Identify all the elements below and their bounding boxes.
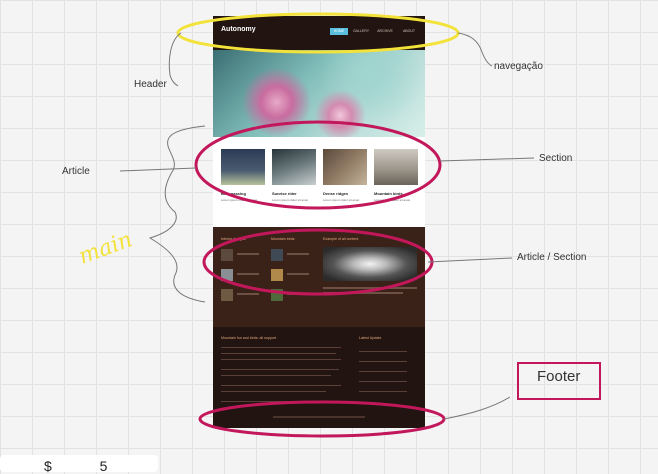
label-article-section: Article / Section <box>517 252 587 263</box>
label-header: Header <box>134 79 167 90</box>
section-ellipse <box>194 120 442 210</box>
annotation-layer <box>119 12 535 438</box>
label-navegacao: navegação <box>494 61 543 72</box>
article-connector <box>119 167 197 172</box>
nav-connector <box>457 32 493 67</box>
label-footer: Footer <box>537 368 581 385</box>
label-article: Article <box>62 166 90 177</box>
footer-connector <box>443 396 511 420</box>
footer-label-box: Footer <box>517 362 601 400</box>
section-connector <box>439 157 535 162</box>
main-brace <box>148 125 206 303</box>
label-section: Section <box>539 153 573 164</box>
footer-ellipse <box>198 400 446 438</box>
article-section-ellipse <box>202 228 434 296</box>
article-section-connector <box>427 257 513 263</box>
header-ellipse <box>176 12 460 54</box>
header-connector <box>168 32 182 87</box>
